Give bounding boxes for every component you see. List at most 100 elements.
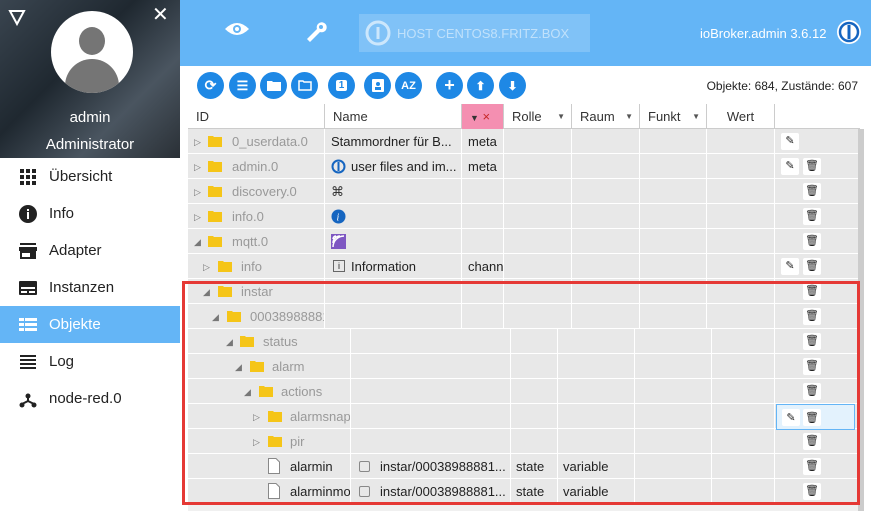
folder-open-button[interactable]	[291, 72, 318, 99]
column-header-wert[interactable]: Wert	[707, 104, 775, 129]
table-row[interactable]: ◢ actions 🗑	[188, 379, 860, 404]
delete-button[interactable]: 🗑	[803, 433, 821, 450]
collapse-icon[interactable]: ◢	[212, 313, 219, 322]
column-header-rolle[interactable]: Rolle ▼	[504, 104, 572, 129]
dropdown-arrow-icon: ▼	[625, 112, 633, 121]
user-name: admin	[69, 109, 111, 126]
list-view-button[interactable]: ☰	[229, 72, 256, 99]
sidebar-item-uebersicht[interactable]: Übersicht	[0, 158, 180, 195]
table-row[interactable]: ◢ instar 🗑	[188, 279, 860, 304]
sort-button[interactable]: AZ	[395, 72, 422, 99]
selected-row-actions[interactable]: ✎ 🗑	[776, 404, 855, 430]
delete-button[interactable]: 🗑	[803, 158, 821, 175]
edit-button[interactable]: ✎	[781, 158, 799, 175]
upload-button[interactable]: ⬆	[467, 72, 494, 99]
sidebar-item-instanzen[interactable]: Instanzen	[0, 269, 180, 306]
edit-button[interactable]: ✎	[781, 258, 799, 275]
trash-icon: 🗑	[805, 460, 819, 472]
collapse-icon[interactable]: ◢	[194, 238, 201, 247]
close-icon[interactable]: ✕	[152, 5, 169, 25]
refresh-icon: ⟳	[204, 77, 217, 93]
delete-button[interactable]: 🗑	[803, 308, 821, 325]
delete-button[interactable]: 🗑	[803, 208, 821, 225]
table-row[interactable]: ▷ info i Information chann ✎ 🗑	[188, 254, 860, 279]
table-row[interactable]: ▷ 0_userdata.0 Stammordner für B... meta …	[188, 129, 860, 154]
user-role: Administrator	[45, 136, 135, 153]
table-row[interactable]: alarminmo instar/00038988881... state va…	[188, 479, 860, 504]
table-row[interactable]: alarmin instar/00038988881... state vari…	[188, 454, 860, 479]
folder-outline-icon	[297, 80, 312, 91]
trash-icon: 🗑	[805, 160, 819, 172]
collapse-icon[interactable]: ◢	[235, 363, 242, 372]
column-header-type-filter[interactable]: ▼ ×	[462, 104, 504, 129]
objects-toolbar: ⟳ ☰ 1 AZ + ⬆ ⬇ Objekte: 684, Zustände: 6…	[180, 66, 871, 104]
table-row[interactable]: ▷ discovery.0 ⌘ 🗑	[188, 179, 860, 204]
user-button[interactable]	[364, 72, 391, 99]
trash-icon: 🗑	[805, 435, 819, 447]
folder-button[interactable]	[260, 72, 287, 99]
table-row[interactable]: ◢ alarm 🗑	[188, 354, 860, 379]
delete-button[interactable]: 🗑	[803, 183, 821, 200]
pencil-icon: ✎	[785, 260, 795, 272]
expand-icon[interactable]: ▷	[253, 438, 260, 447]
delete-button[interactable]: 🗑	[803, 283, 821, 300]
counter-button[interactable]: 1	[328, 72, 355, 99]
table-row[interactable]: ◢ 00038988881 🗑	[188, 304, 860, 329]
delete-button[interactable]: 🗑	[803, 458, 821, 475]
sidebar-item-node-red[interactable]: node-red.0	[0, 380, 180, 417]
sidebar-item-adapter[interactable]: Adapter	[0, 232, 180, 269]
trash-icon: 🗑	[805, 210, 819, 222]
table-row[interactable]: ◢ status 🗑	[188, 329, 860, 354]
delete-button[interactable]: 🗑	[803, 383, 821, 400]
expand-icon[interactable]: ▷	[194, 163, 201, 172]
host-selector[interactable]: HOST CENTOS8.FRITZ.BOX	[359, 14, 590, 52]
filter-clear-icon[interactable]: ×	[483, 109, 491, 124]
folder-icon	[268, 436, 282, 447]
delete-button[interactable]: 🗑	[803, 358, 821, 375]
sidebar-item-log[interactable]: Log	[0, 343, 180, 380]
table-row[interactable]: ▷ alarmsnap	[188, 404, 860, 429]
download-button[interactable]: ⬇	[499, 72, 526, 99]
sidebar-item-label: Info	[49, 205, 75, 222]
delete-button[interactable]: 🗑	[803, 233, 821, 250]
expand-icon[interactable]: ▷	[194, 213, 201, 222]
trash-icon: 🗑	[805, 485, 819, 497]
sidebar: ✕ admin Administrator Übersicht Info Ada…	[0, 0, 180, 515]
delete-button[interactable]: 🗑	[803, 333, 821, 350]
expand-icon[interactable]: ▷	[203, 263, 210, 272]
column-header-id[interactable]: ID	[188, 104, 325, 129]
delete-button[interactable]: 🗑	[803, 483, 821, 500]
info-icon: i	[331, 209, 346, 224]
expand-icon[interactable]: ▷	[194, 138, 201, 147]
table-row[interactable]: ▷ info.0 i 🗑	[188, 204, 860, 229]
channel-info-icon: i	[333, 260, 345, 272]
column-header-raum[interactable]: Raum ▼	[572, 104, 640, 129]
column-header-funkt[interactable]: Funkt ▼	[640, 104, 707, 129]
collapse-icon[interactable]: ◢	[244, 388, 251, 397]
iobroker-logo-icon	[837, 20, 861, 44]
delete-button[interactable]: 🗑	[803, 258, 821, 275]
log-icon	[19, 353, 37, 371]
add-button[interactable]: +	[436, 72, 463, 99]
sidebar-item-objekte[interactable]: Objekte	[0, 306, 180, 343]
sidebar-item-info[interactable]: Info	[0, 195, 180, 232]
collapse-icon[interactable]: ◢	[226, 338, 233, 347]
edit-button[interactable]: ✎	[781, 133, 799, 150]
vertical-scrollbar[interactable]	[858, 129, 864, 511]
eye-icon[interactable]	[225, 21, 249, 37]
table-row[interactable]: ▷ pir 🗑	[188, 429, 860, 454]
node-icon	[19, 390, 37, 408]
expand-icon[interactable]: ▷	[194, 188, 201, 197]
wrench-icon[interactable]	[304, 20, 328, 44]
column-header-name[interactable]: Name	[325, 104, 462, 129]
delete-button[interactable]: 🗑	[803, 409, 821, 426]
collapse-icon[interactable]: ◢	[203, 288, 210, 297]
refresh-button[interactable]: ⟳	[197, 72, 224, 99]
expand-icon[interactable]: ▷	[253, 413, 260, 422]
table-row[interactable]: ▷ admin.0 user files and im... meta ✎ 🗑	[188, 154, 860, 179]
sidebar-header: ✕ admin Administrator	[0, 0, 180, 158]
table-row[interactable]: ◢ mqtt.0 🗑	[188, 229, 860, 254]
edit-button[interactable]: ✎	[782, 409, 800, 426]
menu-toggle-icon[interactable]	[8, 8, 26, 26]
sidebar-item-label: node-red.0	[49, 390, 122, 407]
